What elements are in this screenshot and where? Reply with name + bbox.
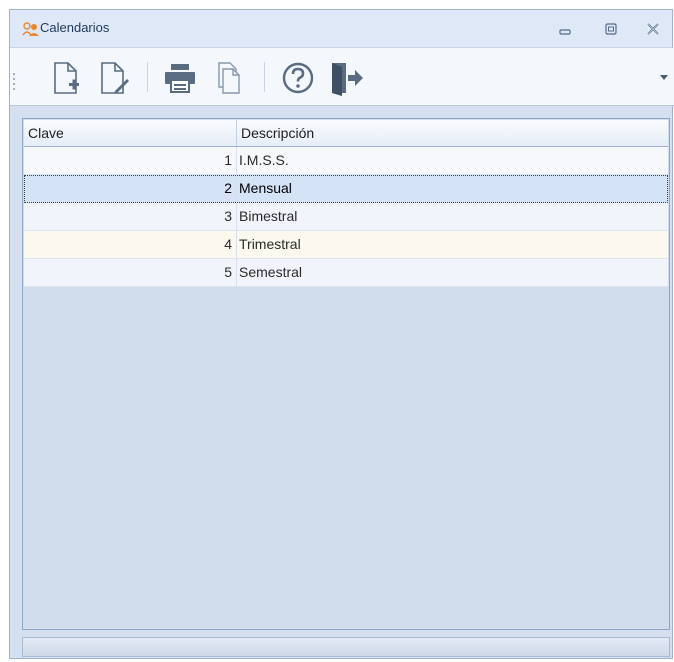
table-row-selected[interactable]: 2 Mensual — [24, 175, 668, 203]
exit-button[interactable] — [326, 58, 366, 98]
edit-document-icon — [101, 62, 129, 94]
toolbar-grip-icon[interactable] — [12, 71, 16, 91]
table-row[interactable]: 5 Semestral — [24, 259, 668, 287]
column-header-descripcion[interactable]: Descripción — [237, 120, 657, 146]
status-bar — [22, 637, 670, 657]
users-icon — [22, 22, 39, 36]
column-header-clave[interactable]: Clave — [24, 120, 237, 146]
cell-clave: 1 — [24, 147, 237, 174]
table-row[interactable]: 3 Bimestral — [24, 203, 668, 231]
cell-descripcion: Mensual — [239, 180, 292, 196]
table-row[interactable]: 1 I.M.S.S. — [24, 147, 668, 175]
cell-clave: 5 — [24, 259, 237, 286]
new-button[interactable] — [46, 58, 86, 98]
cell-clave: 3 — [24, 203, 237, 230]
toolbar-overflow-icon[interactable] — [660, 75, 668, 81]
title-bar[interactable]: Calendarios — [10, 10, 672, 47]
table-row[interactable]: 4 Trimestral — [24, 231, 668, 259]
print-icon — [165, 64, 195, 93]
edit-button[interactable] — [94, 58, 134, 98]
window-title: Calendarios — [40, 20, 110, 35]
copy-icon — [218, 62, 240, 94]
cell-descripcion: Semestral — [239, 264, 303, 280]
cell-descripcion: Bimestral — [239, 208, 298, 224]
maximize-icon[interactable] — [604, 22, 618, 36]
minimize-icon[interactable] — [558, 22, 572, 36]
copy-button[interactable] — [208, 58, 248, 98]
print-button[interactable] — [160, 58, 200, 98]
help-icon — [282, 62, 314, 94]
cell-descripcion: I.M.S.S. — [239, 152, 289, 168]
cell-clave: 4 — [24, 231, 237, 258]
calendarios-window: Calendarios Clave Descripción 1 I.M.S.S.… — [9, 9, 674, 659]
close-icon[interactable] — [646, 22, 660, 36]
new-document-icon — [54, 62, 79, 94]
toolbar — [10, 47, 674, 106]
exit-icon — [332, 63, 363, 96]
calendars-grid: Clave Descripción 1 I.M.S.S. 2 Mensual 3… — [22, 118, 670, 630]
grid-header: Clave Descripción — [24, 120, 668, 147]
cell-descripcion: Trimestral — [239, 236, 301, 252]
cell-clave: 2 — [24, 175, 237, 202]
help-button[interactable] — [278, 58, 318, 98]
